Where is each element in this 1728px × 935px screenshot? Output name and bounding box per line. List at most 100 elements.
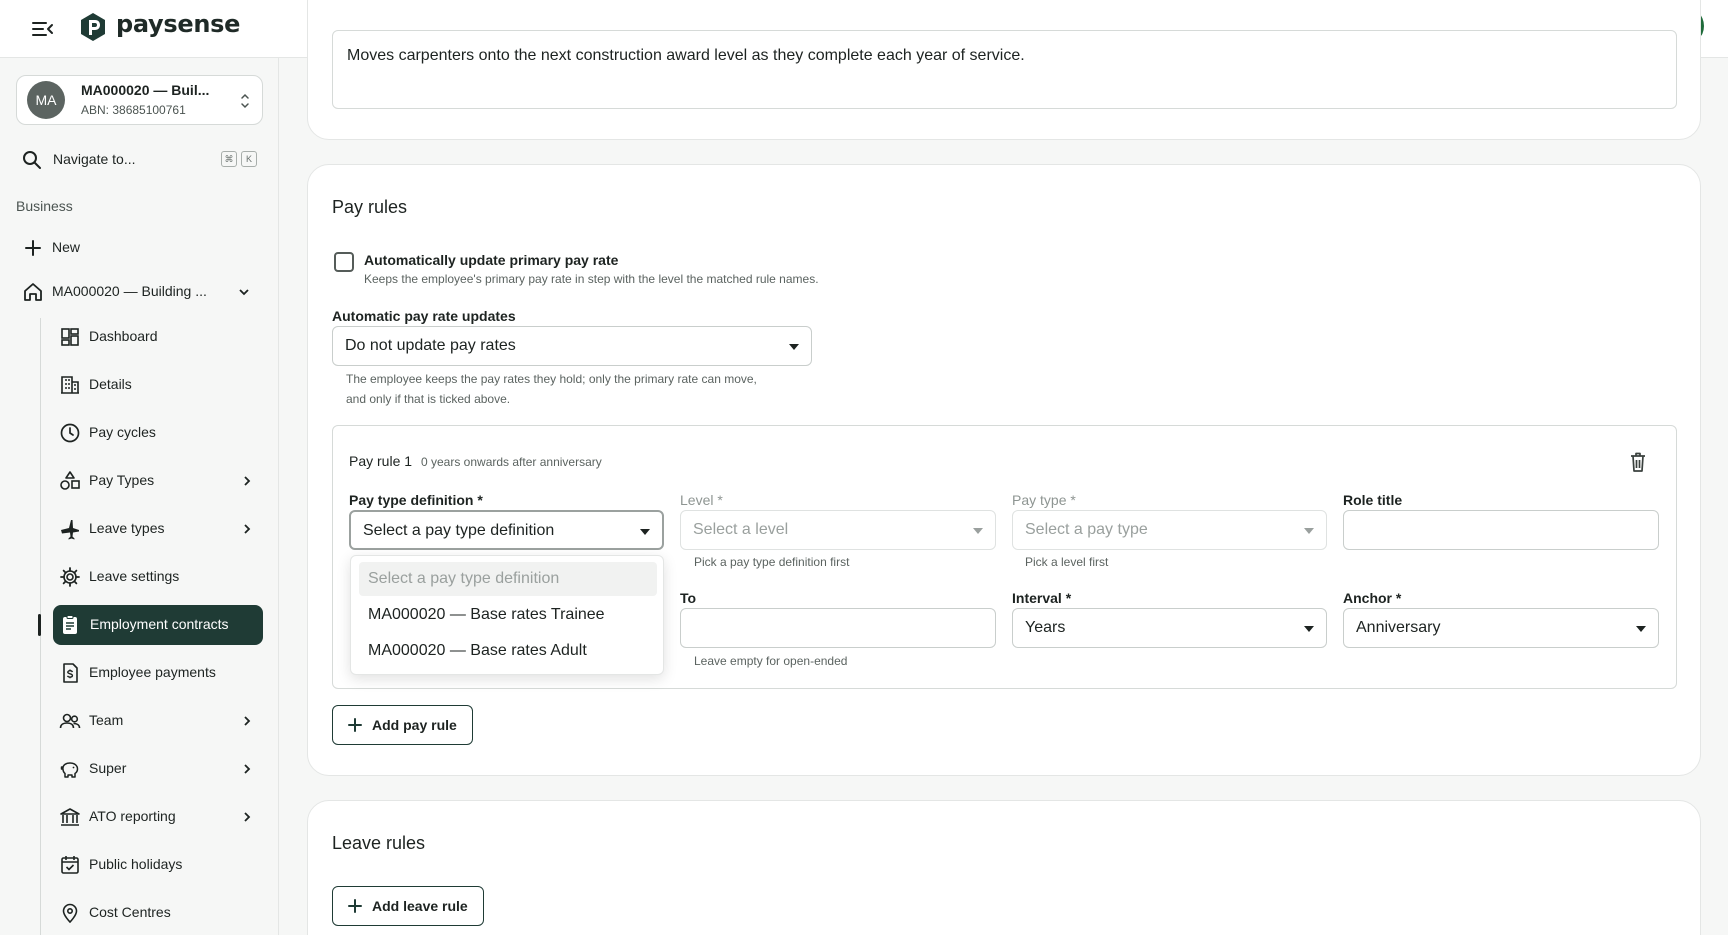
pay-type-definition-value: Select a pay type definition <box>363 522 555 539</box>
plane-icon <box>61 520 79 540</box>
sidebar-item-employee-payments[interactable]: Employee payments <box>59 653 259 693</box>
chevron-right-icon <box>244 812 251 822</box>
sidebar-item-ato-reporting[interactable]: ATO reporting <box>59 797 259 837</box>
paysense-logo-icon[interactable] <box>78 11 108 43</box>
plus-icon <box>348 718 362 732</box>
interval-label: Interval * <box>1012 590 1072 606</box>
automatic-updates-help-line-1: The employee keeps the pay rates they ho… <box>346 372 757 386</box>
level-select[interactable]: Select a level <box>680 510 996 550</box>
pay-type-placeholder: Select a pay type <box>1025 521 1148 538</box>
sidebar-item-label: ATO reporting <box>89 808 176 824</box>
anchor-select[interactable]: Anniversary <box>1343 608 1659 648</box>
org-avatar: MA <box>27 81 65 119</box>
sidebar-item-label: MA000020 — Building ... <box>52 283 207 299</box>
clock-icon <box>60 423 80 443</box>
sidebar-item-label: Leave types <box>89 520 165 536</box>
auto-update-help: Keeps the employee's primary pay rate in… <box>364 272 819 286</box>
search-icon <box>23 151 41 169</box>
anchor-label: Anchor * <box>1343 590 1402 606</box>
add-pay-rule-button[interactable]: Add pay rule <box>332 705 473 745</box>
to-help: Leave empty for open-ended <box>694 654 848 668</box>
sidebar-item-pay-cycles[interactable]: Pay cycles <box>59 413 259 453</box>
to-input[interactable] <box>680 608 996 648</box>
dashboard-icon <box>61 328 79 346</box>
pay-type-definition-label: Pay type definition * <box>349 492 483 508</box>
sidebar-item-leave-types[interactable]: Leave types <box>59 509 259 549</box>
sidebar-item-employment-contracts[interactable]: Employment contracts <box>53 605 263 645</box>
sidebar-item-pay-types[interactable]: Pay Types <box>59 461 259 501</box>
automatic-updates-select[interactable]: Do not update pay rates <box>332 326 812 366</box>
automatic-updates-value: Do not update pay rates <box>345 337 516 354</box>
dropdown-caret-icon <box>640 529 650 535</box>
organisation-switcher[interactable]: MA MA000020 — Buil... ABN: 38685100761 <box>16 75 263 125</box>
description-text: Moves carpenters onto the next construct… <box>347 47 1025 64</box>
pay-type-label: Pay type * <box>1012 492 1076 508</box>
pay-type-definition-dropdown: Select a pay type definition MA000020 — … <box>350 555 664 675</box>
shapes-icon <box>60 471 80 490</box>
active-indicator <box>38 614 41 636</box>
option-label: MA000020 — Base rates Adult <box>368 642 587 659</box>
description-textarea[interactable]: Moves carpenters onto the next construct… <box>332 30 1677 109</box>
pay-type-definition-select[interactable]: Select a pay type definition <box>349 510 664 550</box>
sidebar-item-label: Team <box>89 712 124 728</box>
sidebar-item-label: Employment contracts <box>90 616 229 632</box>
org-name: MA000020 — Buil... <box>81 82 210 98</box>
section-label-business: Business <box>16 198 73 214</box>
level-help: Pick a pay type definition first <box>694 555 850 569</box>
menu-collapse-icon[interactable] <box>30 16 56 42</box>
command-key-hint: ⌘ <box>221 151 237 167</box>
sidebar-item-label: Pay cycles <box>89 424 156 440</box>
dropdown-caret-icon <box>1304 528 1314 534</box>
dropdown-caret-icon <box>973 528 983 534</box>
contract-icon <box>63 615 77 634</box>
org-abn: ABN: 38685100761 <box>81 103 186 117</box>
chevron-right-icon <box>244 524 251 534</box>
building-icon <box>61 376 79 394</box>
interval-value: Years <box>1025 619 1066 636</box>
bank-icon <box>60 808 80 826</box>
team-icon <box>59 713 81 729</box>
add-pay-rule-label: Add pay rule <box>372 717 457 733</box>
pay-type-select[interactable]: Select a pay type <box>1012 510 1327 550</box>
auto-update-checkbox[interactable] <box>334 252 354 272</box>
interval-select[interactable]: Years <box>1012 608 1327 648</box>
sidebar-item-label: New <box>52 239 81 255</box>
automatic-updates-help-line-2: and only if that is ticked above. <box>346 392 511 406</box>
delete-rule-trash-icon[interactable] <box>1628 451 1648 473</box>
k-key-hint: K <box>241 151 257 167</box>
chevron-right-icon <box>244 476 251 486</box>
navigate-search[interactable]: Navigate to... ⌘ K <box>22 149 262 173</box>
dropdown-option-adult[interactable]: MA000020 — Base rates Adult <box>359 634 657 668</box>
brand-name[interactable]: paysense <box>116 10 240 38</box>
sidebar-item-leave-settings[interactable]: Leave settings <box>59 557 259 597</box>
sidebar-item-label: Dashboard <box>89 328 158 344</box>
sidebar-item-business[interactable]: MA000020 — Building ... <box>22 272 262 312</box>
sidebar-item-new[interactable]: New <box>22 228 262 268</box>
auto-update-label: Automatically update primary pay rate <box>364 252 619 268</box>
home-icon <box>24 283 42 301</box>
leave-rules-title: Leave rules <box>332 833 426 853</box>
chevron-up-down-icon <box>241 93 249 109</box>
dropdown-option-trainee[interactable]: MA000020 — Base rates Trainee <box>359 598 657 632</box>
sidebar-item-label: Leave settings <box>89 568 180 584</box>
sidebar-item-cost-centres[interactable]: Cost Centres <box>59 893 259 933</box>
location-pin-icon <box>62 903 78 924</box>
sidebar-item-details[interactable]: Details <box>59 365 259 405</box>
sidebar-item-dashboard[interactable]: Dashboard <box>59 317 259 357</box>
dropdown-caret-icon <box>789 344 799 350</box>
sidebar-item-label: Public holidays <box>89 856 183 872</box>
dropdown-option-placeholder[interactable]: Select a pay type definition <box>359 562 657 596</box>
sidebar-item-team[interactable]: Team <box>59 701 259 741</box>
navigate-label: Navigate to... <box>53 151 136 167</box>
calendar-icon <box>61 856 79 874</box>
pay-rule-subtitle: 0 years onwards after anniversary <box>421 455 602 469</box>
sidebar-item-super[interactable]: Super <box>59 749 259 789</box>
pay-rule-title: Pay rule 1 <box>349 453 413 469</box>
plus-icon <box>348 899 362 913</box>
role-title-input[interactable] <box>1343 510 1659 550</box>
anchor-value: Anniversary <box>1356 619 1441 636</box>
sidebar-item-public-holidays[interactable]: Public holidays <box>59 845 259 885</box>
piggy-bank-icon <box>60 762 79 778</box>
add-leave-rule-button[interactable]: Add leave rule <box>332 886 484 926</box>
leave-rules-card <box>307 800 1701 935</box>
